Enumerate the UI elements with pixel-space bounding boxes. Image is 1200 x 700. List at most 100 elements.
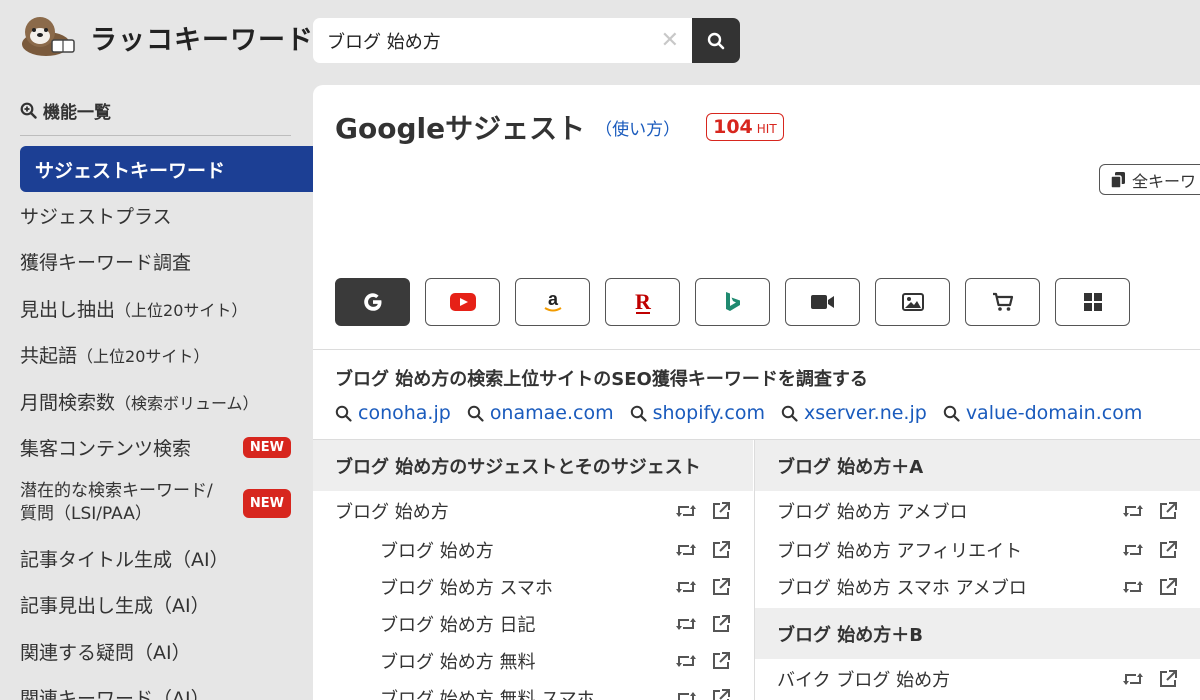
engine-youtube-button[interactable]: [425, 278, 500, 326]
sidebar-item-label: 見出し抽出（上位20サイト）: [20, 298, 248, 321]
close-icon[interactable]: ✕: [661, 28, 679, 53]
sidebar-item-questions-ai[interactable]: 関連する疑問（AI）: [0, 628, 313, 675]
youtube-icon: [449, 293, 476, 311]
sidebar-item-related-ai[interactable]: 関連キーワード（AI）: [0, 675, 313, 700]
sidebar-item-headings-ai[interactable]: 記事見出し生成（AI）: [0, 582, 313, 629]
shopping-cart-icon: [992, 292, 1013, 311]
seo-research-heading: ブログ 始め方の検索上位サイトのSEO獲得キーワードを調査する: [335, 369, 868, 390]
keyword-row[interactable]: ブログ 始め方: [313, 531, 753, 568]
retweet-icon[interactable]: [1122, 503, 1144, 519]
keyword-text: ブログ 始め方 スマホ アメブロ: [777, 577, 1027, 599]
engine-shopping-button[interactable]: [965, 278, 1040, 326]
sidebar-item-lsi-paa[interactable]: 潜在的な検索キーワード/質問（LSI/PAA） NEW: [0, 471, 313, 535]
sidebar: 機能一覧 サジェストキーワード サジェストプラス 獲得キーワード調査 見出し抽出…: [0, 90, 313, 700]
zoom-in-icon: [20, 102, 37, 119]
sidebar-item-acquired-keywords[interactable]: 獲得キーワード調査: [0, 239, 313, 286]
keyword-row[interactable]: ブログ 始め方 スマホ アメブロ: [755, 568, 1200, 605]
site-link[interactable]: value-domain.com: [943, 402, 1142, 424]
keyword-row[interactable]: ブログ 始め方 日記: [313, 605, 753, 642]
sidebar-item-label: 記事タイトル生成（AI）: [20, 548, 229, 571]
search-icon: [707, 32, 725, 49]
logo[interactable]: ラッコキーワード: [18, 14, 314, 60]
copy-icon: [1110, 171, 1125, 189]
sidebar-item-headings[interactable]: 見出し抽出（上位20サイト）: [0, 285, 313, 332]
site-link-label: conoha.jp: [358, 402, 451, 424]
sidebar-item-title-ai[interactable]: 記事タイトル生成（AI）: [0, 535, 313, 582]
new-badge: NEW: [242, 437, 291, 459]
external-link-icon[interactable]: [1158, 540, 1178, 560]
retweet-icon[interactable]: [675, 653, 697, 669]
keyword-text: ブログ 始め方 アフィリエイト: [777, 540, 1023, 562]
external-link-icon[interactable]: [1158, 501, 1178, 521]
retweet-icon[interactable]: [675, 690, 697, 700]
sidebar-item-cooccurrence[interactable]: 共起語（上位20サイト）: [0, 332, 313, 379]
keyword-row[interactable]: ブログ 始め方 スマホ: [313, 568, 753, 605]
retweet-icon[interactable]: [675, 542, 697, 558]
sidebar-item-search-volume[interactable]: 月間検索数（検索ボリューム）: [0, 378, 313, 425]
external-link-icon[interactable]: [711, 614, 731, 634]
google-icon: [363, 293, 381, 311]
site-link[interactable]: shopify.com: [630, 402, 765, 424]
keyword-text: ブログ 始め方 無料 スマホ: [380, 688, 595, 700]
copy-all-label: 全キーワ: [1132, 171, 1197, 191]
keyword-row[interactable]: ブログ 始め方 無料: [313, 642, 753, 679]
external-link-icon[interactable]: [1158, 669, 1178, 689]
site-link[interactable]: xserver.ne.jp: [781, 402, 927, 424]
search-button[interactable]: [692, 18, 740, 63]
retweet-icon[interactable]: [1122, 671, 1144, 687]
retweet-icon[interactable]: [675, 579, 697, 595]
engine-bing-button[interactable]: [695, 278, 770, 326]
retweet-icon[interactable]: [675, 503, 697, 519]
keyword-row[interactable]: ブログ 始め方: [313, 491, 753, 531]
hit-count: 104: [713, 116, 753, 138]
copy-all-button[interactable]: 全キーワ: [1099, 164, 1200, 195]
sidebar-item-content-search[interactable]: 集客コンテンツ検索 NEW: [0, 425, 313, 472]
keyword-row[interactable]: ブログ 始め方 アメブロ: [755, 491, 1200, 531]
suggest-column-right: ブログ 始め方＋A ブログ 始め方 アメブロ ブログ 始め方 アフィリエイト ブ…: [754, 440, 1200, 700]
keyword-row[interactable]: バイク ブログ 始め方: [755, 659, 1200, 699]
hit-count-badge: 104 HIT: [706, 113, 784, 141]
keyword-text: ブログ 始め方: [335, 502, 449, 523]
engine-rakuten-button[interactable]: R: [605, 278, 680, 326]
sidebar-item-suggest-plus[interactable]: サジェストプラス: [0, 192, 313, 239]
keyword-text: ブログ 始め方 スマホ: [380, 577, 553, 599]
site-link[interactable]: conoha.jp: [335, 402, 451, 424]
retweet-icon[interactable]: [675, 616, 697, 632]
sidebar-item-label: 記事見出し生成（AI）: [20, 595, 210, 618]
sidebar-item-label: サジェストキーワード: [35, 159, 226, 182]
engine-google-button[interactable]: [335, 278, 410, 326]
engine-amazon-button[interactable]: a: [515, 278, 590, 326]
sidebar-item-label: 関連する疑問（AI）: [20, 641, 191, 664]
search-input[interactable]: ブログ 始め方 ✕: [313, 18, 693, 63]
sidebar-item-label: 獲得キーワード調査: [20, 252, 192, 275]
retweet-icon[interactable]: [1122, 542, 1144, 558]
site-link-label: onamae.com: [489, 402, 614, 424]
external-link-icon[interactable]: [711, 577, 731, 597]
sidebar-item-label: 潜在的な検索キーワード/質問（LSI/PAA）: [20, 481, 213, 524]
engine-image-button[interactable]: [875, 278, 950, 326]
engine-windows-button[interactable]: [1055, 278, 1130, 326]
site-link-label: xserver.ne.jp: [804, 402, 927, 424]
hit-unit: HIT: [756, 122, 777, 136]
retweet-icon[interactable]: [1122, 579, 1144, 595]
image-icon: [901, 293, 924, 311]
site-link-label: shopify.com: [652, 402, 766, 424]
sidebar-item-label: 月間検索数（検索ボリューム）: [20, 391, 259, 414]
sidebar-item-suggest-keyword[interactable]: サジェストキーワード: [20, 146, 313, 192]
external-link-icon[interactable]: [711, 651, 731, 671]
keyword-row[interactable]: ブログ 始め方 無料 スマホ: [313, 679, 753, 700]
external-link-icon[interactable]: [711, 501, 731, 521]
column-heading: ブログ 始め方のサジェストとそのサジェスト: [313, 440, 753, 491]
site-link[interactable]: onamae.com: [467, 402, 614, 424]
external-link-icon[interactable]: [711, 688, 731, 700]
engine-video-button[interactable]: [785, 278, 860, 326]
external-link-icon[interactable]: [1158, 577, 1178, 597]
external-link-icon[interactable]: [711, 540, 731, 560]
svg-text:R: R: [635, 289, 652, 314]
search-icon: [781, 405, 798, 422]
suggest-column-left: ブログ 始め方のサジェストとそのサジェスト ブログ 始め方 ブログ 始め方 ブロ…: [313, 440, 753, 700]
howto-link[interactable]: （使い方）: [595, 115, 680, 140]
search-input-value[interactable]: ブログ 始め方: [327, 28, 661, 54]
keyword-row[interactable]: ブログ 始め方 アフィリエイト: [755, 531, 1200, 568]
amazon-icon: a: [543, 290, 562, 312]
